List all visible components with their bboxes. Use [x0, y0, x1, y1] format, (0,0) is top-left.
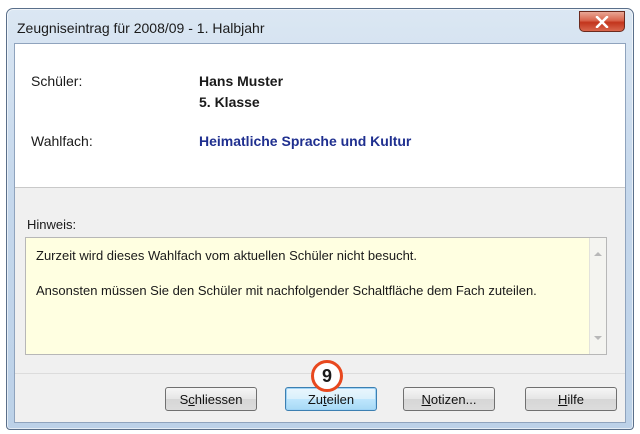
student-class: 5. Klasse	[199, 94, 260, 110]
elective-value: Heimatliche Sprache und Kultur	[199, 133, 412, 149]
hint-text-line2: Ansonsten müssen Sie den Schüler mit nac…	[36, 283, 537, 298]
info-panel: Schüler: Hans Muster 5. Klasse Wahlfach:…	[15, 44, 625, 188]
close-button-post: hliessen	[194, 391, 243, 407]
close-icon	[595, 15, 609, 28]
notes-button[interactable]: Notizen...	[403, 387, 495, 411]
assign-button-post: eilen	[326, 391, 355, 407]
help-button[interactable]: Hilfe	[525, 387, 617, 411]
arrow-down-icon[interactable]	[593, 334, 603, 342]
title-bar[interactable]: Zeugniseintrag für 2008/09 - 1. Halbjahr	[7, 9, 633, 43]
help-button-accel: H	[557, 391, 568, 407]
arrow-up-icon[interactable]	[593, 250, 603, 258]
window-title: Zeugniseintrag für 2008/09 - 1. Halbjahr	[17, 20, 265, 36]
notes-button-accel: N	[421, 391, 431, 407]
hint-label: Hinweis:	[27, 217, 77, 232]
hint-textbox[interactable]: Zurzeit wird dieses Wahlfach vom aktuell…	[25, 237, 607, 355]
close-button-pre: S	[179, 391, 189, 407]
vertical-scrollbar[interactable]	[589, 238, 606, 354]
close-button[interactable]: Sc hliessen	[165, 387, 257, 411]
elective-label: Wahlfach:	[31, 133, 93, 149]
hint-text-line1: Zurzeit wird dieses Wahlfach vom aktuell…	[36, 248, 418, 263]
student-label: Schüler:	[31, 73, 83, 89]
notes-button-post: otizen...	[430, 391, 477, 407]
student-name: Hans Muster	[199, 73, 284, 89]
help-button-post: ilfe	[567, 391, 584, 407]
callout-badge: 9	[311, 360, 343, 392]
assign-button-pre: Zu	[307, 391, 324, 407]
callout-number: 9	[321, 365, 332, 386]
close-window-button[interactable]	[579, 11, 625, 32]
